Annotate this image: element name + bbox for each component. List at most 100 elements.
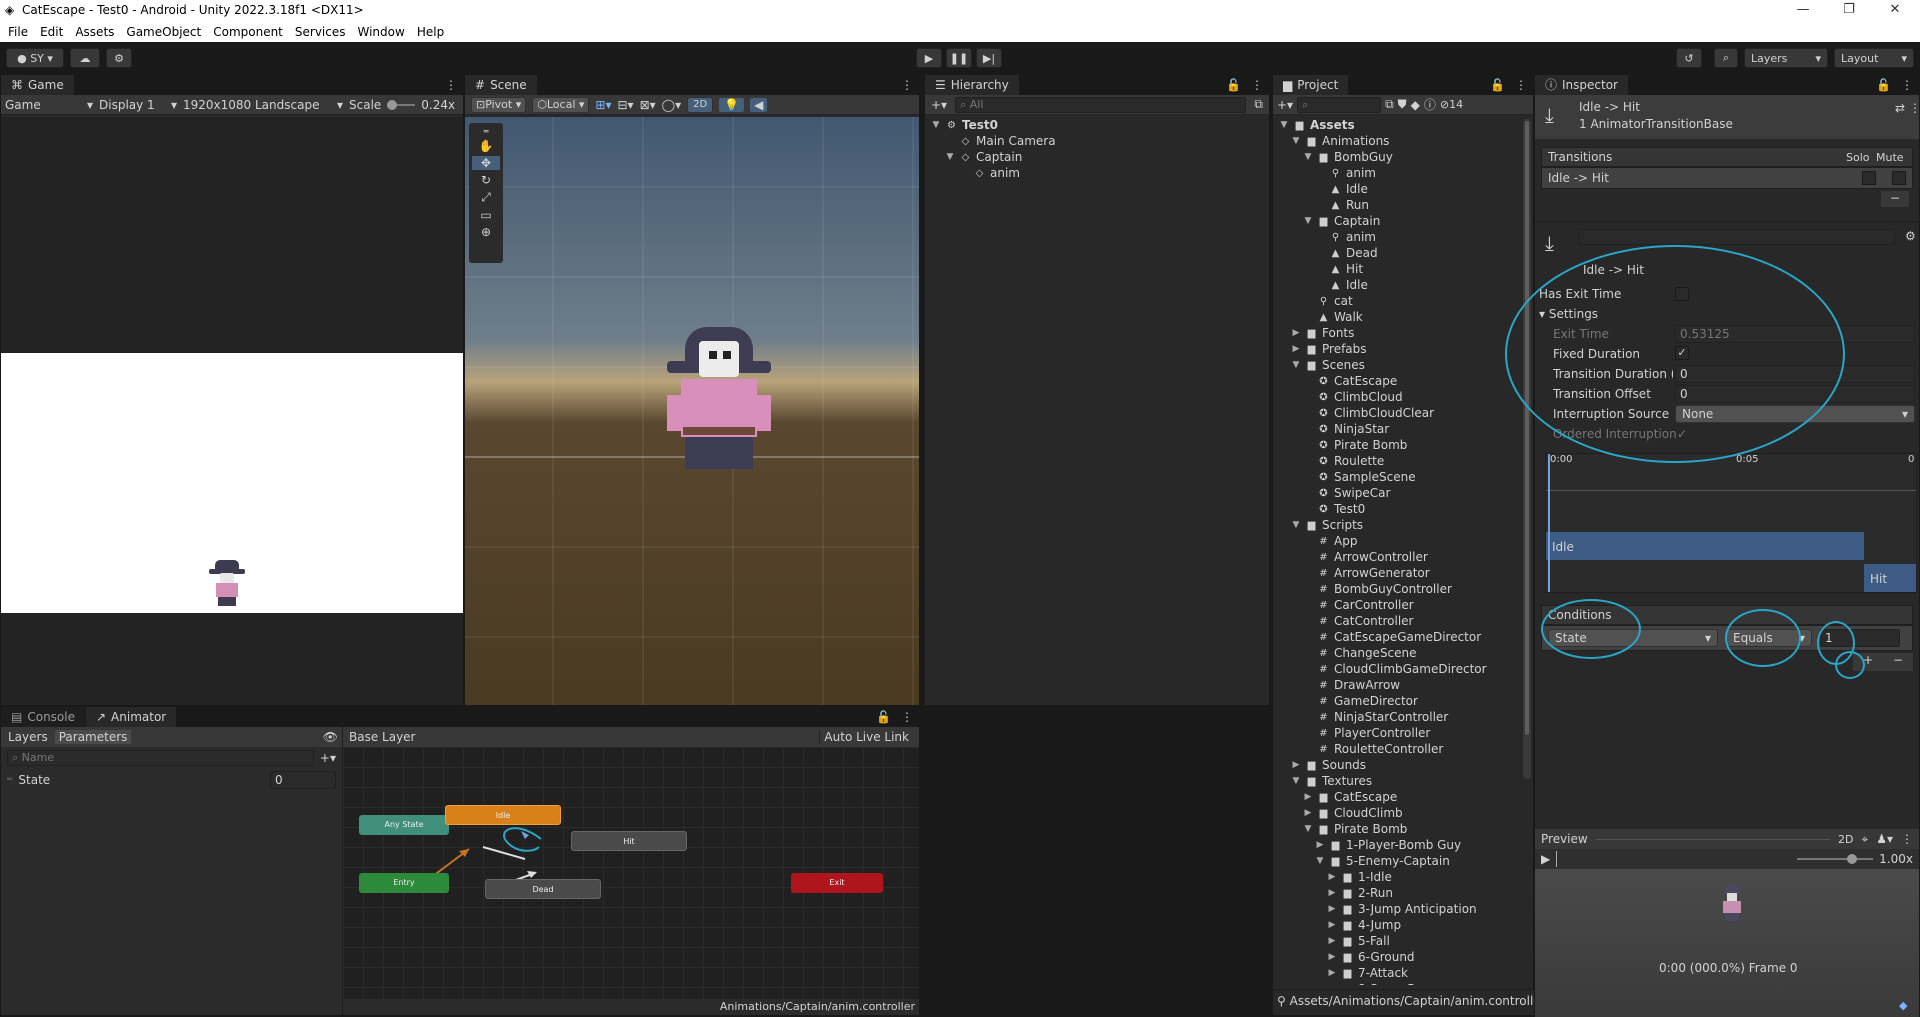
parameter-row[interactable]: ═ State 0	[1, 769, 342, 791]
tree-item[interactable]: ✪ ClimbCloud	[1273, 389, 1533, 405]
game-mode-dropdown[interactable]: Game ▾	[5, 98, 93, 112]
tree-item[interactable]: ✪ Test0	[1273, 501, 1533, 517]
foldout-arrow-icon[interactable]: ▶	[1327, 965, 1337, 981]
preview-speed-slider[interactable]	[1797, 854, 1874, 864]
tree-item[interactable]: ▲ Idle	[1273, 181, 1533, 197]
foldout-arrow-icon[interactable]: ▼	[1303, 821, 1313, 837]
transition-list-item[interactable]: Idle -> Hit	[1541, 167, 1913, 189]
grid-snap-icon[interactable]: ⊞▾	[595, 98, 611, 112]
auto-live-link-toggle[interactable]: Auto Live Link	[819, 730, 913, 744]
draw-mode-icon[interactable]: ◯▾	[662, 98, 681, 112]
more-icon[interactable]: ⋮	[1245, 78, 1269, 95]
tree-item[interactable]: ▶ ▆ 4-Jump	[1273, 917, 1533, 933]
menu-item-gameobject[interactable]: GameObject	[126, 25, 201, 39]
scene-visibility-icon[interactable]: ⧉	[1254, 97, 1263, 112]
solo-checkbox[interactable]	[1862, 171, 1876, 185]
mute-checkbox[interactable]	[1892, 171, 1906, 185]
hierarchy-search-input[interactable]: ⌕ All	[955, 96, 1247, 113]
tree-item[interactable]: ▼ ▆ Captain	[1273, 213, 1533, 229]
tab-layers[interactable]: Layers	[5, 730, 51, 744]
foldout-arrow-icon[interactable]: ▶	[1291, 757, 1301, 773]
collab-icon[interactable]: ⚙	[106, 48, 132, 68]
info-icon[interactable]: ⓘ	[1424, 96, 1436, 113]
tag-icon[interactable]: ◆	[1899, 999, 1907, 1012]
menu-item-edit[interactable]: Edit	[40, 25, 63, 39]
tree-item[interactable]: # NinjaStarController	[1273, 709, 1533, 725]
pivot-icon[interactable]: ⌖	[1861, 832, 1868, 847]
tree-item[interactable]: ▶ ▆ 8-Scare Run	[1273, 981, 1533, 985]
tree-item[interactable]: ◇ anim	[925, 165, 1269, 181]
preset-icon[interactable]: ⇄	[1895, 101, 1905, 115]
search-icon[interactable]: ⌕	[1714, 48, 1738, 68]
more-icon[interactable]: ⋮	[1901, 832, 1913, 846]
any-state-node[interactable]: Any State	[359, 815, 449, 835]
tree-item[interactable]: ▼ ▆ 5-Enemy-Captain	[1273, 853, 1533, 869]
foldout-arrow-icon[interactable]: ▶	[1327, 933, 1337, 949]
tab-game[interactable]: ⌘ Game	[1, 75, 75, 95]
audio-icon[interactable]: ◀	[750, 97, 768, 112]
exit-node[interactable]: Exit	[791, 873, 883, 893]
tree-item[interactable]: ▼ ▆ Animations	[1273, 133, 1533, 149]
foldout-arrow-icon[interactable]: ▶	[1303, 789, 1313, 805]
more-icon[interactable]: ⋮	[895, 710, 919, 727]
foldout-arrow-icon[interactable]: ▼	[931, 117, 941, 133]
tree-item[interactable]: # CloudClimbGameDirector	[1273, 661, 1533, 677]
tree-item[interactable]: ▶ ▆ Fonts	[1273, 325, 1533, 341]
tree-item[interactable]: # GameDirector	[1273, 693, 1533, 709]
step-button[interactable]: ▶|	[976, 48, 1002, 68]
more-icon[interactable]: ⋮	[1909, 101, 1920, 115]
local-dropdown[interactable]: ⬡Local ▾	[532, 96, 590, 113]
tab-hierarchy[interactable]: ☰ Hierarchy	[925, 75, 1020, 95]
tab-console[interactable]: ▤ Console	[1, 707, 86, 727]
menu-item-help[interactable]: Help	[417, 25, 444, 39]
foldout-arrow-icon[interactable]: ▶	[1327, 949, 1337, 965]
project-search-input[interactable]: ⌕	[1297, 96, 1382, 113]
account-button[interactable]: ● SY ▾	[6, 48, 64, 68]
scale-tool-icon[interactable]: ⤢	[481, 190, 491, 205]
remove-condition-button[interactable]: −	[1893, 653, 1903, 671]
transition-name-field[interactable]	[1579, 229, 1895, 245]
hidden-count-badge[interactable]: ⊘14	[1440, 98, 1463, 111]
foldout-arrow-icon[interactable]: ▼	[1291, 357, 1301, 373]
remove-transition-button[interactable]: −	[1881, 191, 1909, 207]
toggle-2d-button[interactable]: 2D	[687, 96, 714, 113]
add-parameter-button[interactable]: +▾	[320, 751, 336, 765]
more-icon[interactable]: ⋮	[1509, 78, 1533, 95]
foldout-arrow-icon[interactable]: ▼	[1291, 517, 1301, 533]
tree-item[interactable]: ⚲ anim	[1273, 165, 1533, 181]
tree-item[interactable]: ▶ ▆ Sounds	[1273, 757, 1533, 773]
scene-viewport[interactable]: ═ ✋ ✥ ↻ ⤢ ▭ ⊕	[465, 117, 919, 705]
tree-item[interactable]: ▼ ▆ BombGuy	[1273, 149, 1533, 165]
close-icon[interactable]: ✕	[1872, 0, 1918, 22]
tree-item[interactable]: ✪ Pirate Bomb	[1273, 437, 1533, 453]
tree-item[interactable]: ▼ ▆ Pirate Bomb	[1273, 821, 1533, 837]
tree-item[interactable]: ▼ ◇ Captain	[925, 149, 1269, 165]
more-icon[interactable]: ⋮	[895, 78, 919, 95]
pivot-dropdown[interactable]: ⊡Pivot ▾	[471, 96, 527, 113]
tree-item[interactable]: ▶ ▆ CatEscape	[1273, 789, 1533, 805]
idle-state-node[interactable]: Idle	[445, 805, 561, 825]
tree-item[interactable]: ▶ ▆ 1-Idle	[1273, 869, 1533, 885]
snap-settings-icon[interactable]: ⊠▾	[640, 98, 656, 112]
tree-item[interactable]: # CatController	[1273, 613, 1533, 629]
animator-graph[interactable]: Any State Idle Hit Entry Dead Exit	[343, 747, 919, 999]
foldout-arrow-icon[interactable]: ▶	[1303, 805, 1313, 821]
tree-item[interactable]: ▶ ▆ 1-Player-Bomb Guy	[1273, 837, 1533, 853]
foldout-arrow-icon[interactable]: ▼	[945, 149, 955, 165]
tree-item[interactable]: ▶ ▆ 2-Run	[1273, 885, 1533, 901]
tree-item[interactable]: # CatEscapeGameDirector	[1273, 629, 1533, 645]
minimize-icon[interactable]: —	[1780, 0, 1826, 22]
lock-icon[interactable]: 🔓	[1872, 78, 1895, 95]
tree-item[interactable]: ◇ Main Camera	[925, 133, 1269, 149]
foldout-arrow-icon[interactable]: ▶	[1291, 325, 1301, 341]
tree-item[interactable]: ▼ ⚙ Test0	[925, 117, 1269, 133]
tree-item[interactable]: ▶ ▆ 6-Ground	[1273, 949, 1533, 965]
tree-item[interactable]: # CarController	[1273, 597, 1533, 613]
cloud-icon[interactable]: ☁	[70, 48, 100, 68]
tree-item[interactable]: ✪ Roulette	[1273, 453, 1533, 469]
idle-track[interactable]: Idle	[1546, 532, 1864, 560]
tree-item[interactable]: ▲ Walk	[1273, 309, 1533, 325]
tree-item[interactable]: ✪ NinjaStar	[1273, 421, 1533, 437]
lock-icon[interactable]: 🔓	[1486, 78, 1509, 95]
foldout-arrow-icon[interactable]: ▶	[1327, 869, 1337, 885]
